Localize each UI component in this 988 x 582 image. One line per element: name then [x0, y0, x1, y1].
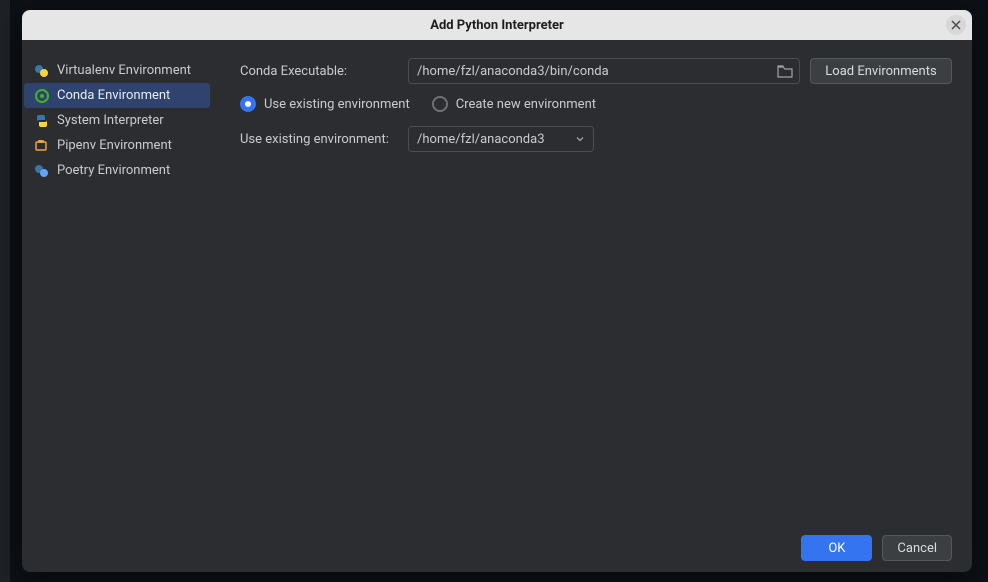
sidebar-item-label: Conda Environment — [57, 88, 170, 103]
radio-indicator-icon — [240, 96, 256, 112]
load-environments-button[interactable]: Load Environments — [810, 58, 952, 84]
sidebar-item-poetry[interactable]: Poetry Environment — [24, 158, 210, 183]
conda-executable-value: /home/fzl/anaconda3/bin/conda — [417, 64, 609, 79]
editor-gutter — [0, 0, 10, 582]
add-python-interpreter-dialog: Add Python Interpreter Virtualenv Enviro… — [22, 10, 972, 572]
sidebar-item-label: Pipenv Environment — [57, 138, 172, 153]
browse-folder-button[interactable] — [777, 64, 793, 78]
ok-button[interactable]: OK — [801, 535, 872, 561]
sidebar-item-virtualenv[interactable]: Virtualenv Environment — [24, 58, 210, 83]
sidebar-item-label: Virtualenv Environment — [57, 63, 191, 78]
environment-mode-radios: Use existing environment Create new envi… — [240, 96, 952, 112]
poetry-icon — [34, 163, 50, 179]
python-icon — [34, 113, 50, 129]
close-icon — [951, 20, 961, 30]
sidebar-item-conda[interactable]: Conda Environment — [24, 83, 210, 108]
conda-executable-label: Conda Executable: — [240, 64, 398, 79]
use-existing-env-row: Use existing environment: /home/fzl/anac… — [240, 126, 952, 152]
dialog-content: Virtualenv Environment Conda Environment… — [22, 40, 972, 524]
python-dual-icon — [34, 63, 50, 79]
chevron-down-icon — [575, 134, 585, 144]
dialog-title: Add Python Interpreter — [430, 18, 564, 33]
radio-label: Create new environment — [456, 97, 596, 112]
pipenv-icon — [34, 138, 50, 154]
sidebar-item-system[interactable]: System Interpreter — [24, 108, 210, 133]
folder-icon — [777, 64, 793, 78]
conda-executable-row: Conda Executable: /home/fzl/anaconda3/bi… — [240, 58, 952, 84]
use-existing-env-label: Use existing environment: — [240, 132, 398, 147]
dialog-footer: OK Cancel — [22, 524, 972, 572]
sidebar-item-pipenv[interactable]: Pipenv Environment — [24, 133, 210, 158]
radio-create-new[interactable]: Create new environment — [432, 96, 596, 112]
radio-label: Use existing environment — [264, 97, 410, 112]
dialog-titlebar: Add Python Interpreter — [22, 10, 972, 40]
sidebar-item-label: Poetry Environment — [57, 163, 170, 178]
conda-icon — [34, 88, 50, 104]
cancel-button[interactable]: Cancel — [882, 535, 952, 561]
radio-use-existing[interactable]: Use existing environment — [240, 96, 410, 112]
close-button[interactable] — [946, 15, 966, 35]
dropdown-value: /home/fzl/anaconda3 — [417, 132, 545, 147]
existing-environment-dropdown[interactable]: /home/fzl/anaconda3 — [408, 126, 594, 152]
radio-indicator-icon — [432, 96, 448, 112]
sidebar-item-label: System Interpreter — [57, 113, 164, 128]
conda-executable-input[interactable]: /home/fzl/anaconda3/bin/conda — [408, 58, 800, 84]
interpreter-type-sidebar: Virtualenv Environment Conda Environment… — [22, 40, 212, 524]
conda-settings-panel: Conda Executable: /home/fzl/anaconda3/bi… — [212, 40, 972, 524]
